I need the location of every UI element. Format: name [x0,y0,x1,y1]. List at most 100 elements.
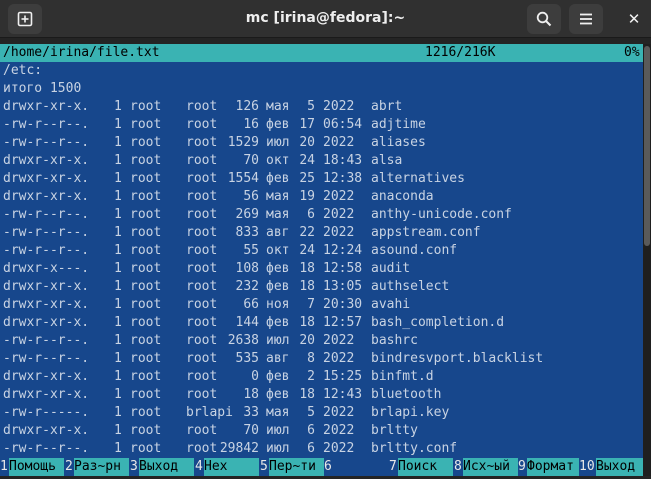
fkey-number: 5 [260,458,269,476]
row-group: root [186,423,218,438]
row-size: 269 [235,207,259,222]
row-size: 29842 [219,441,259,456]
fkey-9[interactable]: 9 Формат [518,458,583,476]
row-perms: drwxr-xr-x. [3,315,90,330]
row-name: alsa [371,153,403,168]
row-size: 232 [235,279,259,294]
row-time: 2022 [323,351,355,366]
row-group: root [186,261,218,276]
row-name: bash_completion.d [371,315,505,330]
row-perms: -rw-r--r--. [3,135,90,150]
row-owner: root [130,135,162,150]
row-owner: root [130,369,162,384]
row-month: окт [266,153,290,168]
row-perms: drwxr-xr-x. [3,99,90,114]
scrollbar-thumb[interactable] [644,46,650,246]
listing-row: drwxr-xr-x. 1 root root 0 фев 2 15:25 binfmt.d [0,368,643,386]
listing-row: -rw-r--r--. 1 root root 833 авг 22 2022 appstrea… [0,224,643,242]
row-perms: drwxr-xr-x. [3,171,90,186]
row-links: 1 [114,243,122,258]
row-links: 1 [114,117,122,132]
row-time: 18:43 [323,153,363,168]
window-titlebar: mc [irina@fedora]:~ ✕ [0,0,651,38]
row-perms: drwxr-xr-x. [3,189,90,204]
row-name: authselect [371,279,450,294]
fkey-8[interactable]: 8 Исх~ый [454,458,519,476]
row-size: 16 [243,117,259,132]
row-perms: drwxr-xr-x. [3,297,90,312]
row-size: 535 [235,351,259,366]
row-time: 12:24 [323,243,363,258]
row-links: 1 [114,351,122,366]
row-name: bindresvport.blacklist [371,351,544,366]
row-group: root [186,207,218,222]
fkey-label: Помощь [9,458,64,476]
scrollbar[interactable] [643,44,651,476]
row-links: 1 [114,297,122,312]
row-month: ноя [266,297,290,312]
row-size: 66 [243,297,259,312]
row-group: root [186,99,218,114]
close-button[interactable]: ✕ [617,4,651,34]
viewer-status-bar: /home/irina/file.txt 1216/216K 0% [0,44,643,62]
row-size: 33 [243,405,259,420]
row-links: 1 [114,261,122,276]
fkey-2[interactable]: 2 Раз~рн [65,458,130,476]
listing-row: drwxr-xr-x. 1 root root 232 фев 18 13:05 authsel… [0,278,643,296]
fkey-10[interactable]: 10 Выход [579,458,643,476]
row-name: abrt [371,99,403,114]
row-time: 2022 [323,423,355,438]
row-day: 5 [307,405,315,420]
viewer-content[interactable]: /home/irina/file.txt 1216/216K 0% /etc: … [0,44,643,476]
listing-row: drwxr-xr-x. 1 root root 18 фев 18 12:43 bluetoot… [0,386,643,404]
search-button[interactable] [527,4,561,34]
row-time: 12:38 [323,171,363,186]
fkey-5[interactable]: 5 Пер~ти [260,458,325,476]
scroll-percent: 0% [624,45,640,60]
row-name: brltty.conf [371,441,458,456]
row-day: 24 [299,243,315,258]
fkey-4[interactable]: 4 Hex [195,458,260,476]
row-size: 18 [243,387,259,402]
listing-row: -rw-r--r--. 1 root root 2638 июл 20 2022 bashrc [0,332,643,350]
row-perms: drwxr-xr-x. [3,423,90,438]
row-time: 12:57 [323,315,363,330]
row-owner: root [130,423,162,438]
row-month: фев [266,171,290,186]
fkey-6[interactable]: 6 [324,458,389,476]
row-size: 833 [235,225,259,240]
row-name: bashrc [371,333,418,348]
fkey-1[interactable]: 1 Помощь [0,458,65,476]
row-owner: root [130,243,162,258]
fkey-number: 4 [195,458,204,476]
row-day: 18 [299,279,315,294]
row-day: 20 [299,135,315,150]
function-key-bar: 1 Помощь 2 Раз~рн 3 Выход 4 Hex 5 Пер~ти 6 7 Поиск 8 И… [0,458,643,476]
row-size: 55 [243,243,259,258]
row-links: 1 [114,387,122,402]
row-month: авг [266,351,290,366]
row-name: adjtime [371,117,426,132]
row-time: 13:05 [323,279,363,294]
row-size: 108 [235,261,259,276]
row-month: фев [266,315,290,330]
row-perms: -rw-r--r--. [3,117,90,132]
row-time: 2022 [323,135,355,150]
row-owner: root [130,351,162,366]
row-owner: root [130,189,162,204]
row-time: 2022 [323,441,355,456]
fkey-3[interactable]: 3 Выход [130,458,195,476]
row-day: 20 [299,333,315,348]
fkey-number: 8 [454,458,463,476]
row-links: 1 [114,405,122,420]
row-links: 1 [114,135,122,150]
fkey-7[interactable]: 7 Поиск [389,458,454,476]
row-size: 56 [243,189,259,204]
listing-row: drwxr-xr-x. 1 root root 70 окт 24 18:43 alsa [0,152,643,170]
hamburger-menu-icon [580,13,592,25]
row-name: appstream.conf [371,225,481,240]
row-perms: -rw-r--r--. [3,351,90,366]
row-month: фев [266,261,290,276]
menu-button[interactable] [569,4,603,34]
row-time: 2022 [323,207,355,222]
